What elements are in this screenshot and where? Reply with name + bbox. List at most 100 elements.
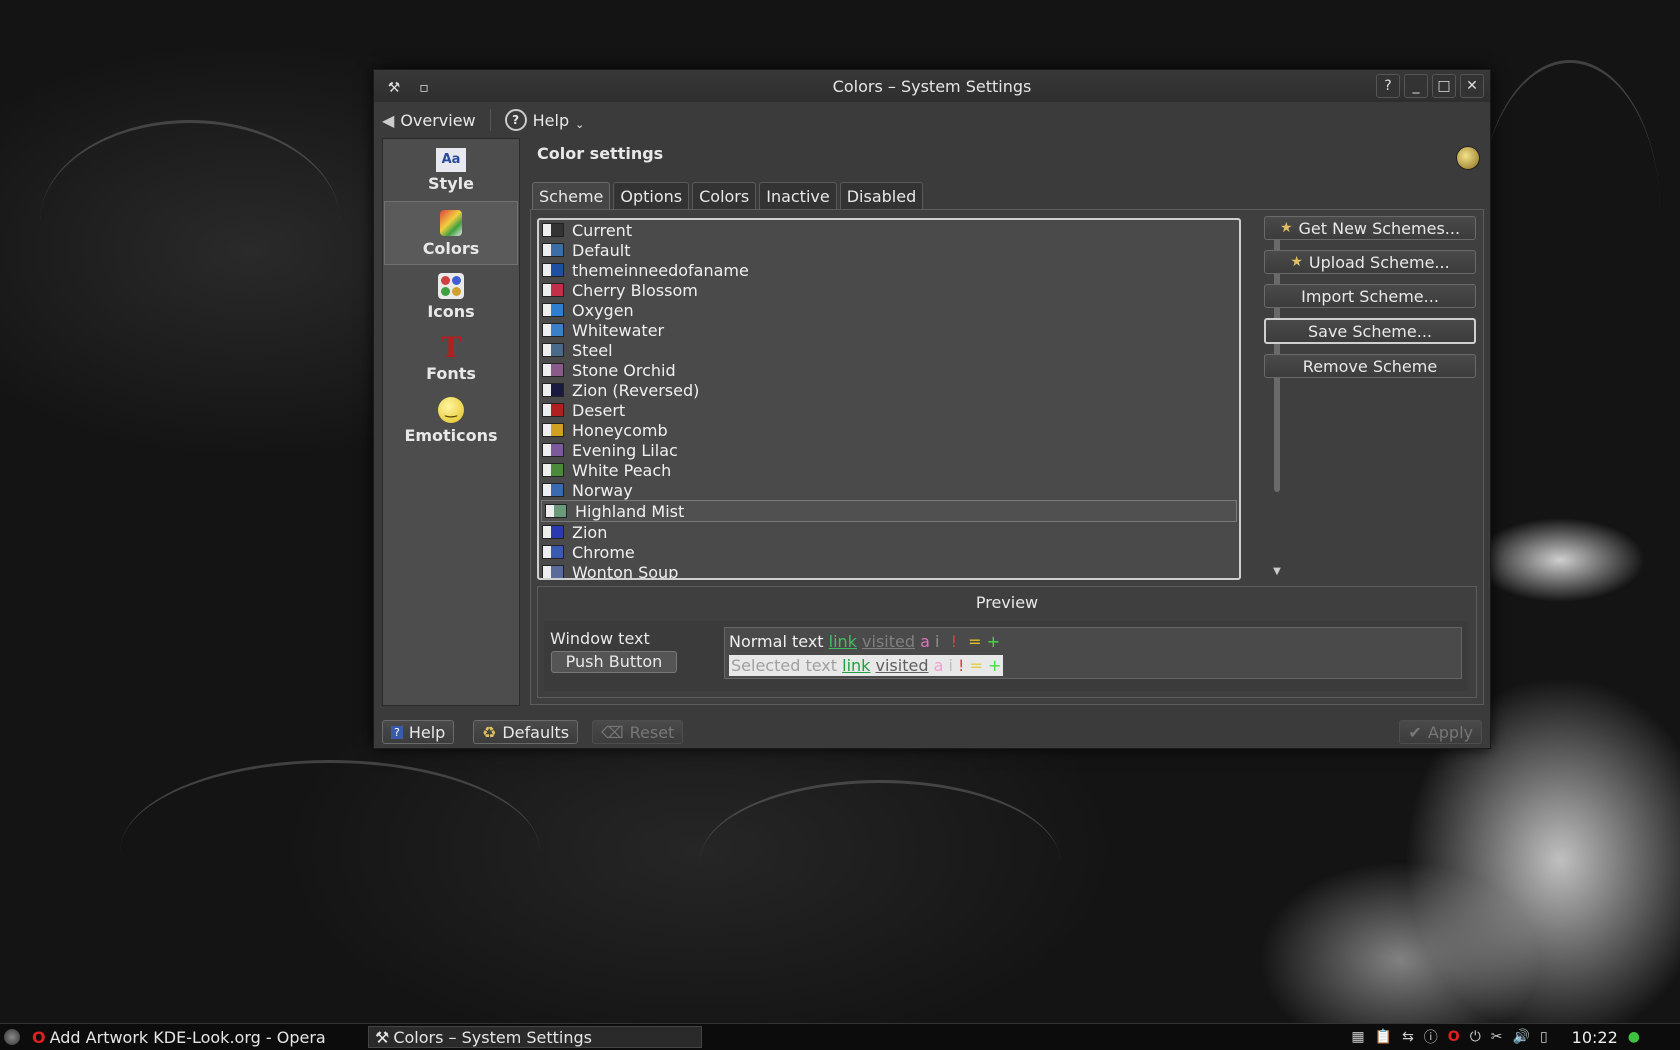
clipboard-icon[interactable]: 📋: [1375, 1029, 1392, 1045]
scheme-list-item[interactable]: Zion: [539, 522, 1239, 542]
selected-text: Selected text: [731, 656, 838, 675]
info-icon[interactable]: ⓘ: [1424, 1027, 1438, 1047]
apply-button[interactable]: ✔ Apply: [1399, 720, 1482, 744]
visited-sample: visited: [862, 632, 916, 651]
minimize-button[interactable]: _: [1404, 74, 1428, 98]
titlebar[interactable]: ⚒ ▫ Colors – System Settings ? _ □ ✕: [374, 70, 1490, 102]
overview-button[interactable]: ◀ Overview: [382, 111, 476, 130]
toolbar-separator: [489, 109, 491, 131]
scheme-list-item[interactable]: Honeycomb: [539, 420, 1239, 440]
scheme-preview-icon: [542, 243, 564, 257]
tab-colors[interactable]: Colors: [692, 182, 757, 210]
scheme-list-item[interactable]: Steel: [539, 340, 1239, 360]
context-help-button[interactable]: ?: [1376, 74, 1400, 98]
task-label: Colors – System Settings: [393, 1027, 592, 1047]
pager-icon[interactable]: ▦: [1351, 1029, 1364, 1045]
button-label: Upload Scheme...: [1308, 252, 1450, 272]
defaults-icon: ♻: [482, 722, 497, 742]
tab-bar: Scheme Options Colors Inactive Disabled: [532, 182, 924, 210]
defaults-button[interactable]: ♻ Defaults: [473, 720, 579, 744]
dialog-button-bar: ? Help ♻ Defaults ⌫ Reset ✔ Apply: [382, 716, 1482, 746]
selected-negative-sample: !: [958, 656, 965, 675]
scheme-list-item[interactable]: White Peach: [539, 460, 1239, 480]
sidebar-item-style[interactable]: Aa Style: [383, 139, 519, 201]
scheme-name: Zion: [572, 522, 608, 542]
emoticons-icon: ‿: [436, 396, 466, 424]
button-label: Defaults: [502, 722, 570, 742]
scheme-list-item[interactable]: Zion (Reversed): [539, 380, 1239, 400]
scheme-preview-icon: [542, 545, 564, 559]
button-label: Get New Schemes...: [1298, 218, 1461, 238]
scheme-list-item[interactable]: Current: [539, 220, 1239, 240]
close-button[interactable]: ✕: [1460, 74, 1484, 98]
scroll-down-icon[interactable]: ▼: [1271, 566, 1283, 578]
power-icon[interactable]: ⏻: [1470, 1029, 1481, 1045]
scheme-list-item[interactable]: Default: [539, 240, 1239, 260]
scheme-name: Zion (Reversed): [572, 380, 700, 400]
active-sample: a: [920, 632, 930, 651]
sidebar-item-icons[interactable]: Icons: [383, 265, 519, 327]
reset-button[interactable]: ⌫ Reset: [592, 720, 684, 744]
get-new-schemes-button[interactable]: ★ Get New Schemes...: [1264, 216, 1476, 240]
selected-link-sample: link: [842, 656, 871, 675]
normal-text: Normal text: [729, 632, 824, 651]
opera-tray-icon[interactable]: O: [1448, 1029, 1460, 1045]
sidebar-item-colors[interactable]: Colors: [384, 201, 518, 265]
scheme-preview-icon: [542, 303, 564, 317]
volume-icon[interactable]: 🔊: [1513, 1029, 1530, 1045]
sidebar-item-fonts[interactable]: T Fonts: [383, 327, 519, 389]
scheme-list-item[interactable]: Highland Mist: [541, 500, 1237, 522]
scheme-name: Highland Mist: [575, 501, 685, 521]
scheme-preview-icon: [542, 223, 564, 237]
scheme-list-item[interactable]: Stone Orchid: [539, 360, 1239, 380]
checkmark-icon: ✔: [1408, 722, 1422, 742]
save-scheme-button[interactable]: Save Scheme...: [1264, 318, 1476, 344]
battery-icon[interactable]: ●: [1628, 1029, 1640, 1045]
button-label: Save Scheme...: [1308, 321, 1432, 341]
wallpaper-crack: [700, 780, 1060, 943]
sidebar-item-emoticons[interactable]: ‿ Emoticons: [383, 389, 519, 451]
scheme-preview-icon: [542, 525, 564, 539]
upload-scheme-button[interactable]: ★ Upload Scheme...: [1264, 250, 1476, 274]
category-sidebar: Aa Style Colors Icons T Fonts ‿ Emoticon…: [382, 138, 520, 706]
positive-sample: +: [986, 632, 1000, 651]
selected-active-sample: a: [933, 656, 944, 675]
device-icon[interactable]: ▯: [1540, 1029, 1548, 1045]
help-menu-button[interactable]: ? Help ⌄: [504, 109, 584, 131]
network-icon[interactable]: ⇆: [1402, 1029, 1414, 1045]
scheme-list-item[interactable]: Chrome: [539, 542, 1239, 562]
selected-visited-sample: visited: [875, 656, 929, 675]
scheme-list-item[interactable]: Whitewater: [539, 320, 1239, 340]
scheme-list-item[interactable]: Wonton Soup: [539, 562, 1239, 578]
scheme-list-item[interactable]: Oxygen: [539, 300, 1239, 320]
star-icon: ★: [1290, 254, 1303, 270]
page-title: Color settings: [537, 144, 664, 163]
scheme-list-item[interactable]: Evening Lilac: [539, 440, 1239, 460]
scheme-list-item[interactable]: Norway: [539, 480, 1239, 500]
scheme-list-item[interactable]: Cherry Blossom: [539, 280, 1239, 300]
button-label: Apply: [1427, 722, 1473, 742]
tab-scheme[interactable]: Scheme: [532, 182, 611, 210]
help-book-icon: ?: [391, 725, 403, 739]
help-button[interactable]: ? Help: [382, 720, 455, 744]
task-opera[interactable]: O Add Artwork KDE-Look.org - Opera: [26, 1027, 368, 1047]
scheme-tab-pane: Current Default themeinneedofaname Cherry B…: [530, 209, 1484, 705]
wallpaper-crack: [40, 120, 340, 323]
kickoff-launcher-icon[interactable]: [0, 1027, 26, 1047]
sidebar-item-label: Emoticons: [404, 425, 498, 445]
scheme-list[interactable]: Current Default themeinneedofaname Cherry B…: [537, 218, 1241, 580]
sidebar-item-label: Icons: [427, 301, 475, 321]
tab-disabled[interactable]: Disabled: [839, 182, 924, 210]
negative-sample: !: [950, 632, 957, 651]
tab-options[interactable]: Options: [613, 182, 690, 210]
import-scheme-button[interactable]: Import Scheme...: [1264, 284, 1476, 308]
scissors-icon[interactable]: ✂: [1491, 1029, 1503, 1045]
clock[interactable]: 10:22: [1572, 1028, 1618, 1047]
remove-scheme-button[interactable]: Remove Scheme: [1264, 354, 1476, 378]
tab-inactive[interactable]: Inactive: [759, 182, 837, 210]
scheme-list-item[interactable]: themeinneedofaname: [539, 260, 1239, 280]
scheme-buttons: ★ Get New Schemes... ★ Upload Scheme... Im…: [1264, 216, 1476, 378]
scheme-list-item[interactable]: Desert: [539, 400, 1239, 420]
task-system-settings[interactable]: ⚒ Colors – System Settings: [368, 1026, 702, 1048]
maximize-button[interactable]: □: [1432, 74, 1456, 98]
